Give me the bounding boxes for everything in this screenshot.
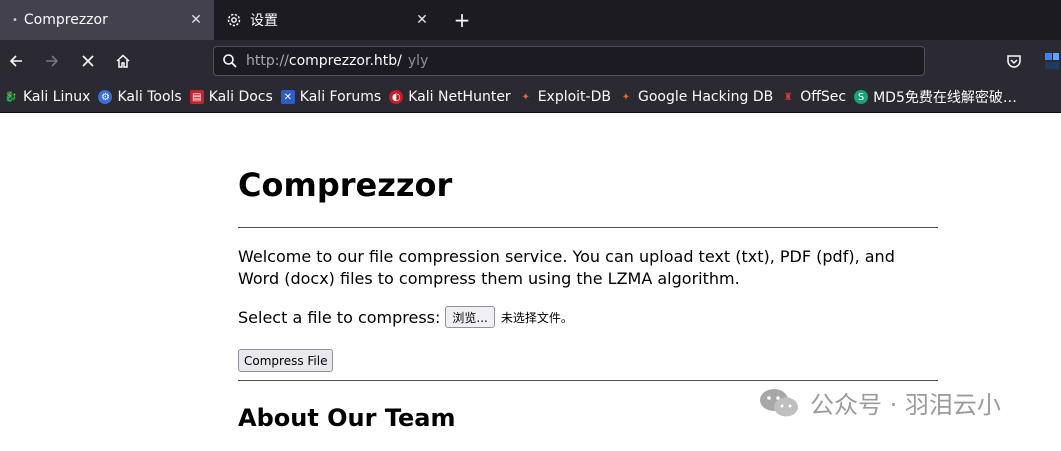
section-divider: [238, 380, 938, 381]
stop-button[interactable]: [75, 48, 101, 74]
stop-icon: [82, 55, 94, 67]
intro-text: Welcome to our file compression service.…: [238, 247, 895, 288]
tab-title: 设置: [250, 13, 278, 29]
bookmark-exploit-db[interactable]: ✦ Exploit-DB: [519, 89, 611, 105]
address-bar[interactable]: http://comprezzor.htb/yly: [213, 46, 925, 76]
bookmark-kali-linux[interactable]: 🐉 Kali Linux: [4, 89, 91, 105]
url-protocol: http://: [246, 53, 289, 69]
close-icon[interactable]: ✕: [184, 12, 208, 28]
bookmark-label: Google Hacking DB: [637, 89, 774, 105]
bookmark-kali-forums[interactable]: ✕ Kali Forums: [280, 89, 382, 105]
gear-icon: [226, 12, 242, 28]
title-divider: [238, 227, 938, 228]
compress-file-button[interactable]: Compress File: [238, 349, 334, 372]
kali-tools-icon: ⚙: [98, 90, 113, 104]
bookmark-label: Kali Linux: [23, 89, 91, 105]
watermark: 公众号 · 羽泪云小: [758, 385, 1001, 420]
page-title: Comprezzor: [238, 166, 453, 204]
kali-forums-icon: ✕: [280, 90, 295, 104]
bookmark-google-hacking-db[interactable]: ✦ Google Hacking DB: [619, 89, 773, 105]
back-arrow-icon: [9, 55, 22, 67]
no-file-text: 未选择文件。: [500, 310, 573, 325]
bookmark-offsec[interactable]: ♜ OffSec: [781, 89, 846, 105]
watermark-text: 公众号 · 羽泪云小: [810, 391, 1001, 419]
pocket-button[interactable]: [1001, 48, 1027, 74]
home-icon: [116, 54, 130, 68]
search-icon: [222, 53, 238, 69]
bookmark-label: Kali Docs: [208, 89, 273, 105]
bookmark-kali-nethunter[interactable]: ◐ Kali NetHunter: [389, 89, 511, 105]
tab-settings[interactable]: 设置 ✕: [214, 0, 440, 40]
home-button[interactable]: [110, 48, 136, 74]
tab-title: Comprezzor: [23, 12, 108, 28]
kali-docs-icon: ▤: [189, 90, 204, 104]
url-host: comprezzor.htb/: [288, 53, 402, 69]
about-heading: About Our Team: [238, 404, 456, 432]
browse-button[interactable]: 浏览...: [445, 306, 495, 328]
bookmark-label: OffSec: [800, 89, 847, 105]
forward-arrow-icon: [46, 55, 59, 67]
pocket-icon: [1007, 55, 1021, 68]
upload-row: Select a file to compress: 浏览... 未选择文件。: [238, 306, 573, 328]
forward-button[interactable]: [39, 48, 65, 74]
extension-icon: [1045, 53, 1059, 69]
bookmark-kali-tools[interactable]: ⚙ Kali Tools: [98, 89, 182, 105]
bookmark-label: Kali NetHunter: [408, 89, 511, 105]
bookmark-kali-docs[interactable]: ▤ Kali Docs: [189, 89, 273, 105]
extensions-button[interactable]: [1039, 48, 1061, 74]
url-suffix: yly: [407, 53, 429, 69]
bookmark-label: Exploit-DB: [537, 89, 611, 105]
tab-comprezzor[interactable]: • Comprezzor ✕: [0, 0, 214, 40]
back-button[interactable]: [3, 48, 29, 74]
tab-loading-dot: •: [12, 14, 18, 26]
url-text: http://comprezzor.htb/yly: [246, 53, 428, 69]
bookmark-label: Kali Tools: [117, 89, 182, 105]
wechat-icon: [760, 388, 798, 416]
bookmark-label: MD5免费在线解密破…: [873, 90, 1017, 106]
nav-bar: http://comprezzor.htb/yly: [0, 40, 1061, 82]
bookmark-label: Kali Forums: [299, 89, 382, 105]
exploit-db-icon: ✦: [521, 91, 530, 103]
new-tab-button[interactable]: +: [448, 6, 476, 34]
ghdb-icon: ✦: [621, 91, 631, 103]
upload-label: Select a file to compress:: [238, 307, 441, 327]
tab-bar: • Comprezzor ✕ 设置 ✕ +: [0, 0, 1061, 40]
kali-dragon-icon: 🐉: [4, 91, 18, 103]
md5-icon: S: [854, 90, 869, 104]
bookmarks-toolbar: 🐉 Kali Linux ⚙ Kali Tools ▤ Kali Docs ✕ …: [0, 82, 1061, 113]
nethunter-icon: ◐: [389, 90, 404, 104]
close-icon[interactable]: ✕: [410, 12, 434, 28]
bookmark-md5[interactable]: S MD5免费在线解密破…: [854, 87, 1017, 107]
offsec-icon: ♜: [783, 91, 793, 103]
